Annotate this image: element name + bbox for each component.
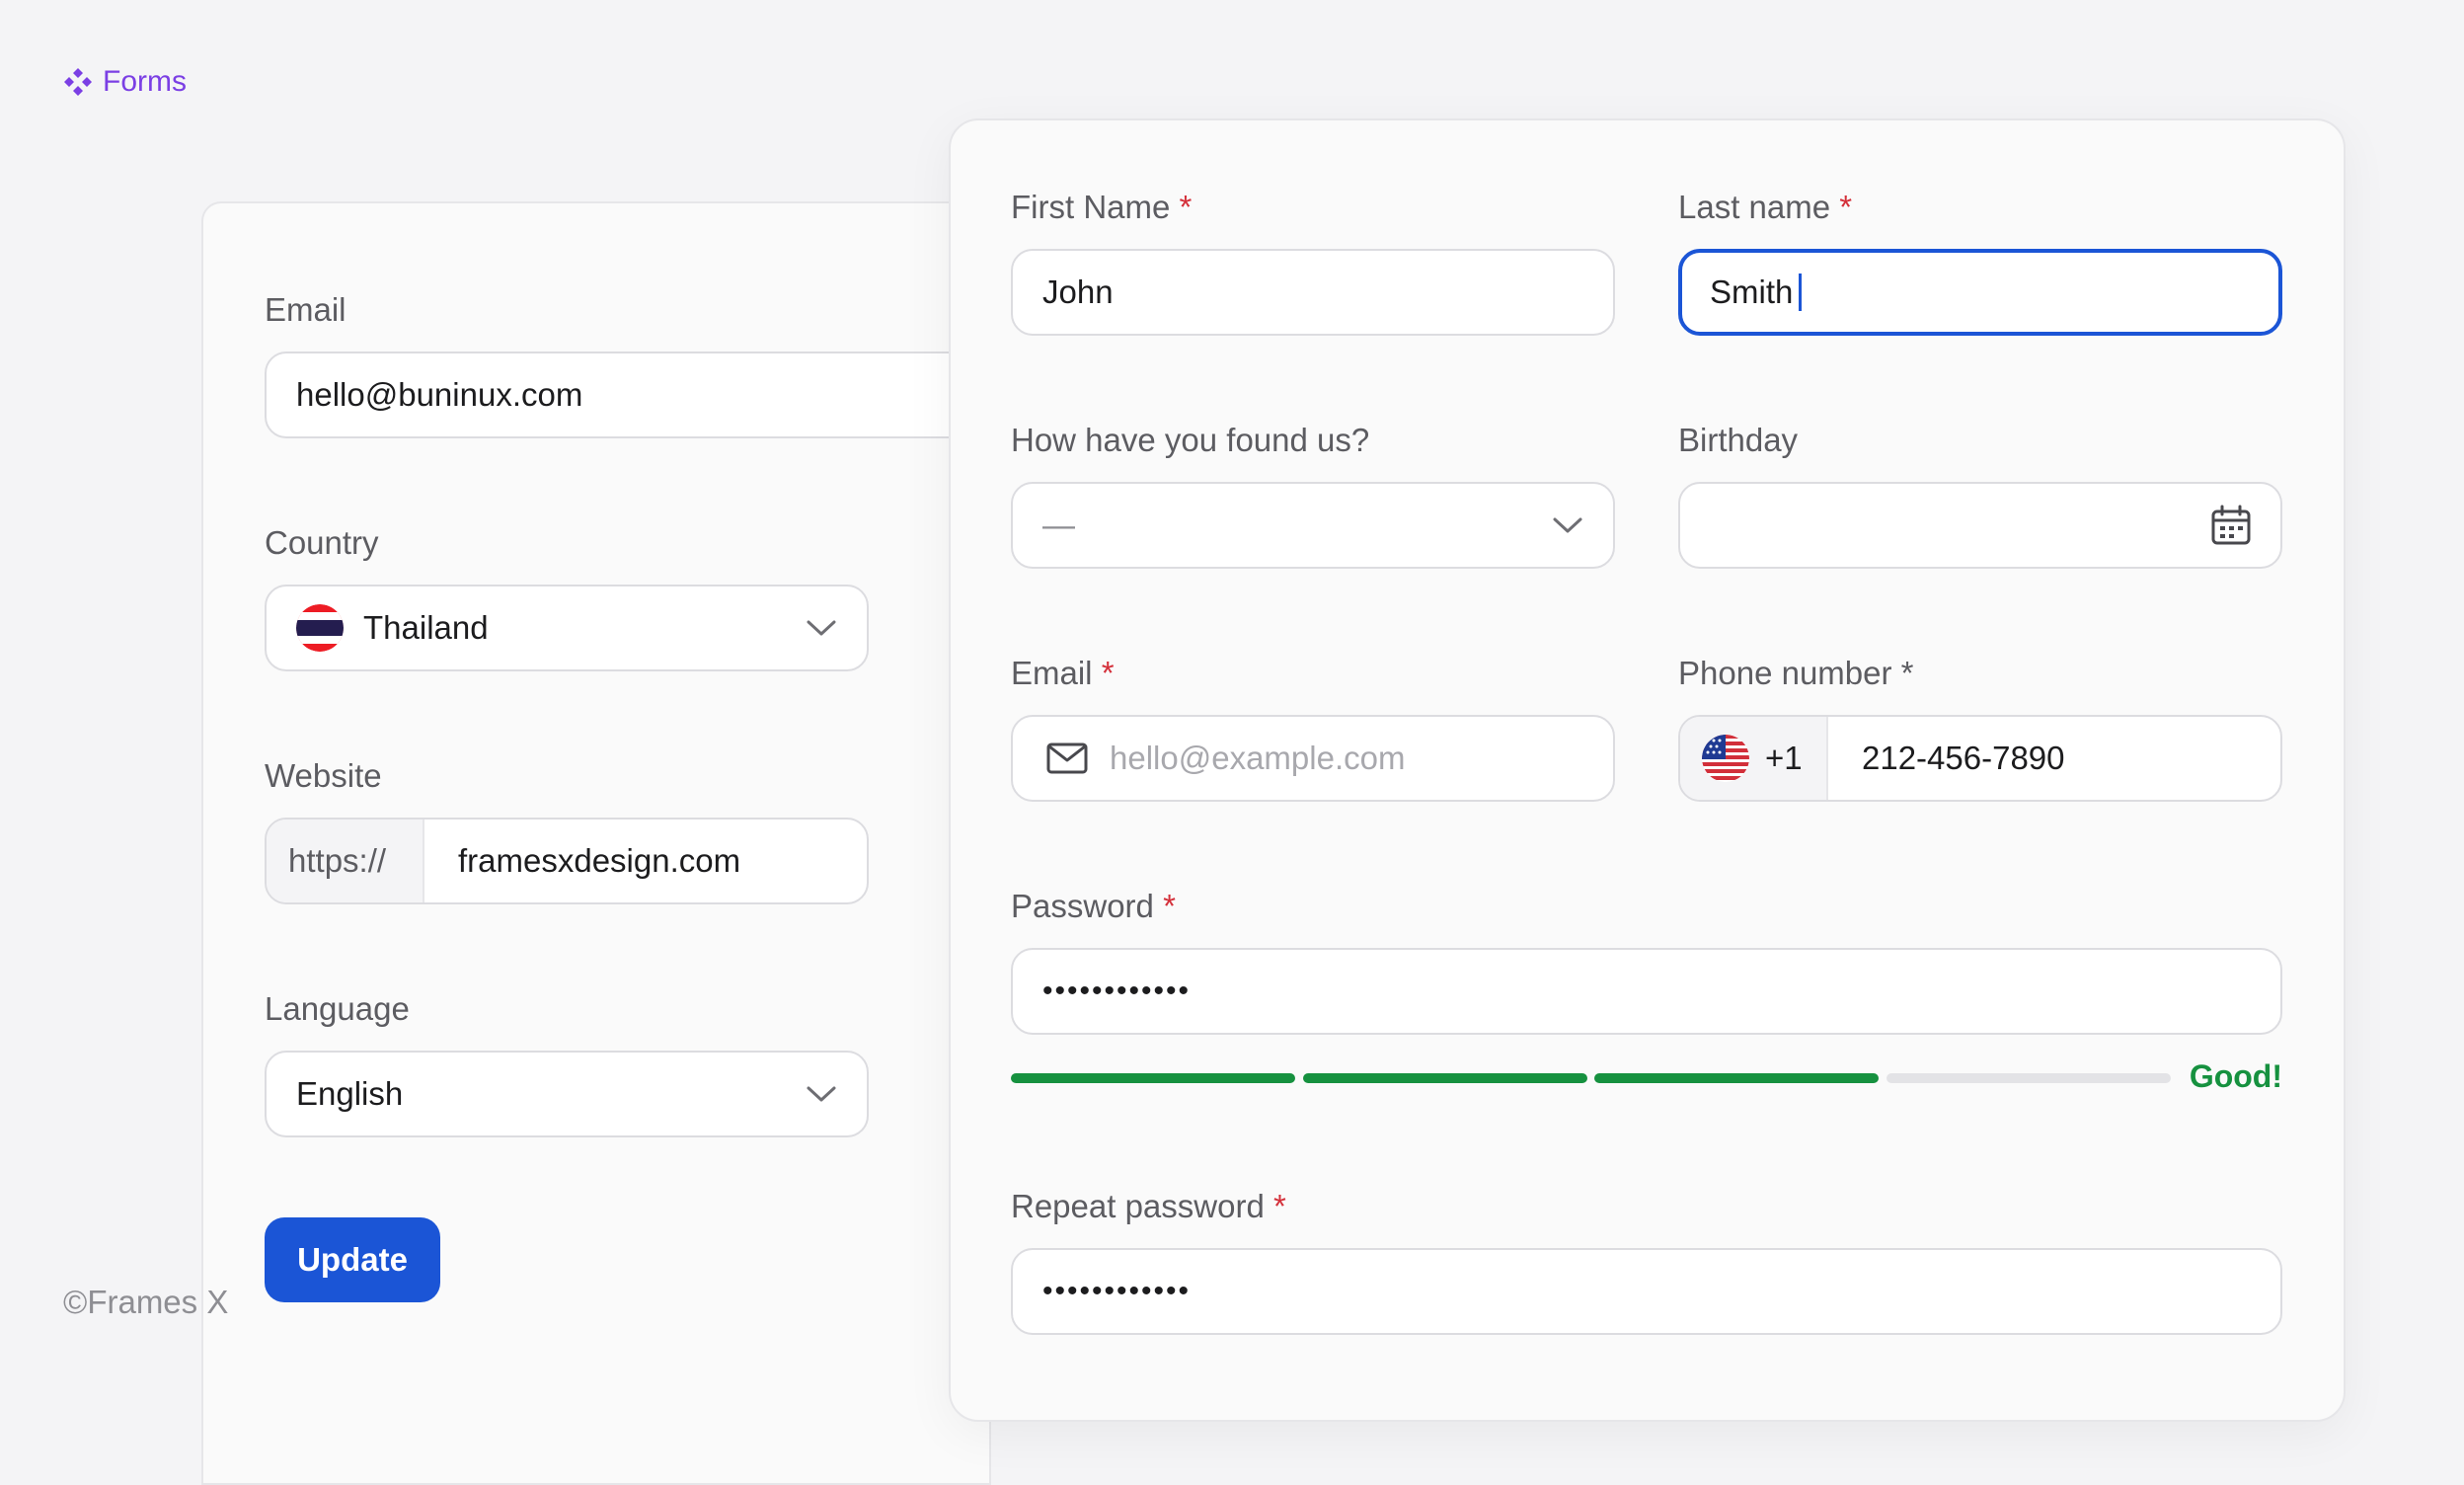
language-label: Language xyxy=(265,990,410,1027)
country-label: Country xyxy=(265,524,379,561)
repeat-password-label-text: Repeat password xyxy=(1011,1188,1265,1224)
chevron-down-icon xyxy=(807,620,836,636)
required-marker: * xyxy=(1839,189,1853,225)
country-value: Thailand xyxy=(363,609,489,646)
password-label-text: Password xyxy=(1011,888,1154,924)
email-placeholder: hello@example.com xyxy=(1110,740,1406,776)
profile-email-input[interactable]: hello@buninux.com xyxy=(265,352,1015,438)
last-name-label-text: Last name xyxy=(1678,189,1831,225)
last-name-label: Last name * xyxy=(1678,189,1852,226)
thailand-flag-icon xyxy=(296,604,344,652)
first-name-label: First Name * xyxy=(1011,189,1192,226)
website-label: Website xyxy=(265,757,382,794)
us-flag-icon xyxy=(1702,735,1749,782)
email-label-text: Email xyxy=(1011,655,1093,691)
first-name-label-text: First Name xyxy=(1011,189,1171,225)
phone-value: 212-456-7890 xyxy=(1862,740,2065,776)
repeat-password-input[interactable]: •••••••••••• xyxy=(1011,1248,2282,1335)
email-label: Email * xyxy=(1011,655,1115,692)
text-caret xyxy=(1799,274,1803,311)
copyright: ©Frames X xyxy=(63,1284,229,1320)
password-label: Password * xyxy=(1011,888,1176,925)
found-us-select[interactable]: — xyxy=(1011,482,1615,569)
phone-label-text: Phone number xyxy=(1678,655,1892,691)
update-button[interactable]: Update xyxy=(265,1217,440,1302)
calendar-icon[interactable] xyxy=(2209,504,2253,547)
email-label: Email xyxy=(265,291,346,328)
password-input[interactable]: •••••••••••• xyxy=(1011,948,2282,1035)
country-code: +1 xyxy=(1765,740,1803,776)
repeat-password-label: Repeat password * xyxy=(1011,1188,1286,1225)
email-input[interactable]: hello@example.com xyxy=(1011,715,1615,802)
country-code-select[interactable]: +1 xyxy=(1680,717,1828,800)
profile-email-value: hello@buninux.com xyxy=(296,376,583,413)
first-name-input[interactable]: John xyxy=(1011,249,1615,336)
required-marker: * xyxy=(1900,655,1914,691)
phone-label: Phone number * xyxy=(1678,655,1914,692)
website-value: framesxdesign.com xyxy=(458,842,741,879)
found-us-value: — xyxy=(1042,507,1075,543)
brand[interactable]: Forms xyxy=(63,65,187,99)
chevron-down-icon xyxy=(1553,517,1582,533)
phone-input[interactable]: +1 212-456-7890 xyxy=(1678,715,2282,802)
country-select[interactable]: Thailand xyxy=(265,585,869,671)
found-us-label: How have you found us? xyxy=(1011,422,1370,458)
last-name-input[interactable]: Smith xyxy=(1678,249,2282,336)
brand-label: Forms xyxy=(103,65,187,98)
birthday-input[interactable] xyxy=(1678,482,2282,569)
language-value: English xyxy=(296,1075,404,1112)
website-input[interactable]: https:// framesxdesign.com xyxy=(265,818,869,904)
first-name-value: John xyxy=(1042,274,1114,310)
mail-icon xyxy=(1046,742,1088,774)
website-prefix: https:// xyxy=(267,820,424,902)
password-value: •••••••••••• xyxy=(1042,975,1192,1007)
repeat-password-value: •••••••••••• xyxy=(1042,1275,1192,1307)
required-marker: * xyxy=(1163,888,1176,924)
required-marker: * xyxy=(1179,189,1193,225)
language-select[interactable]: English xyxy=(265,1051,869,1137)
required-marker: * xyxy=(1273,1188,1286,1224)
birthday-label: Birthday xyxy=(1678,422,1799,458)
diamond-cluster-icon xyxy=(64,68,92,96)
required-marker: * xyxy=(1101,655,1115,691)
last-name-value: Smith xyxy=(1710,274,1794,310)
chevron-down-icon xyxy=(807,1086,836,1102)
